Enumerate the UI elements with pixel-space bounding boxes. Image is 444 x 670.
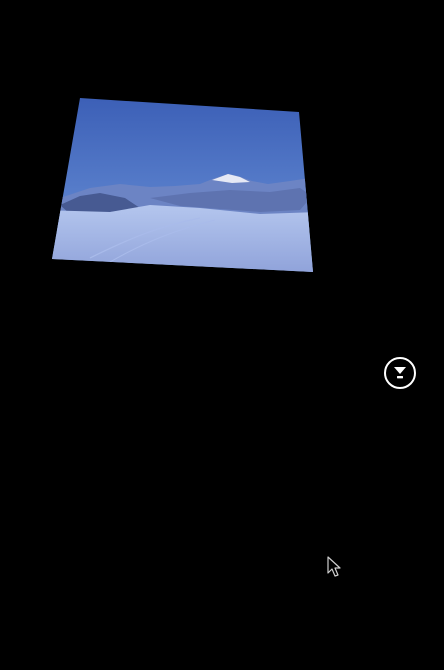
filter-button[interactable] (384, 357, 416, 389)
filter-icon (394, 367, 406, 379)
snow-mountain-photo[interactable] (0, 0, 444, 670)
vr-viewport (0, 0, 444, 670)
pointer-cursor-icon (327, 556, 343, 578)
photo-panel[interactable] (0, 0, 444, 670)
